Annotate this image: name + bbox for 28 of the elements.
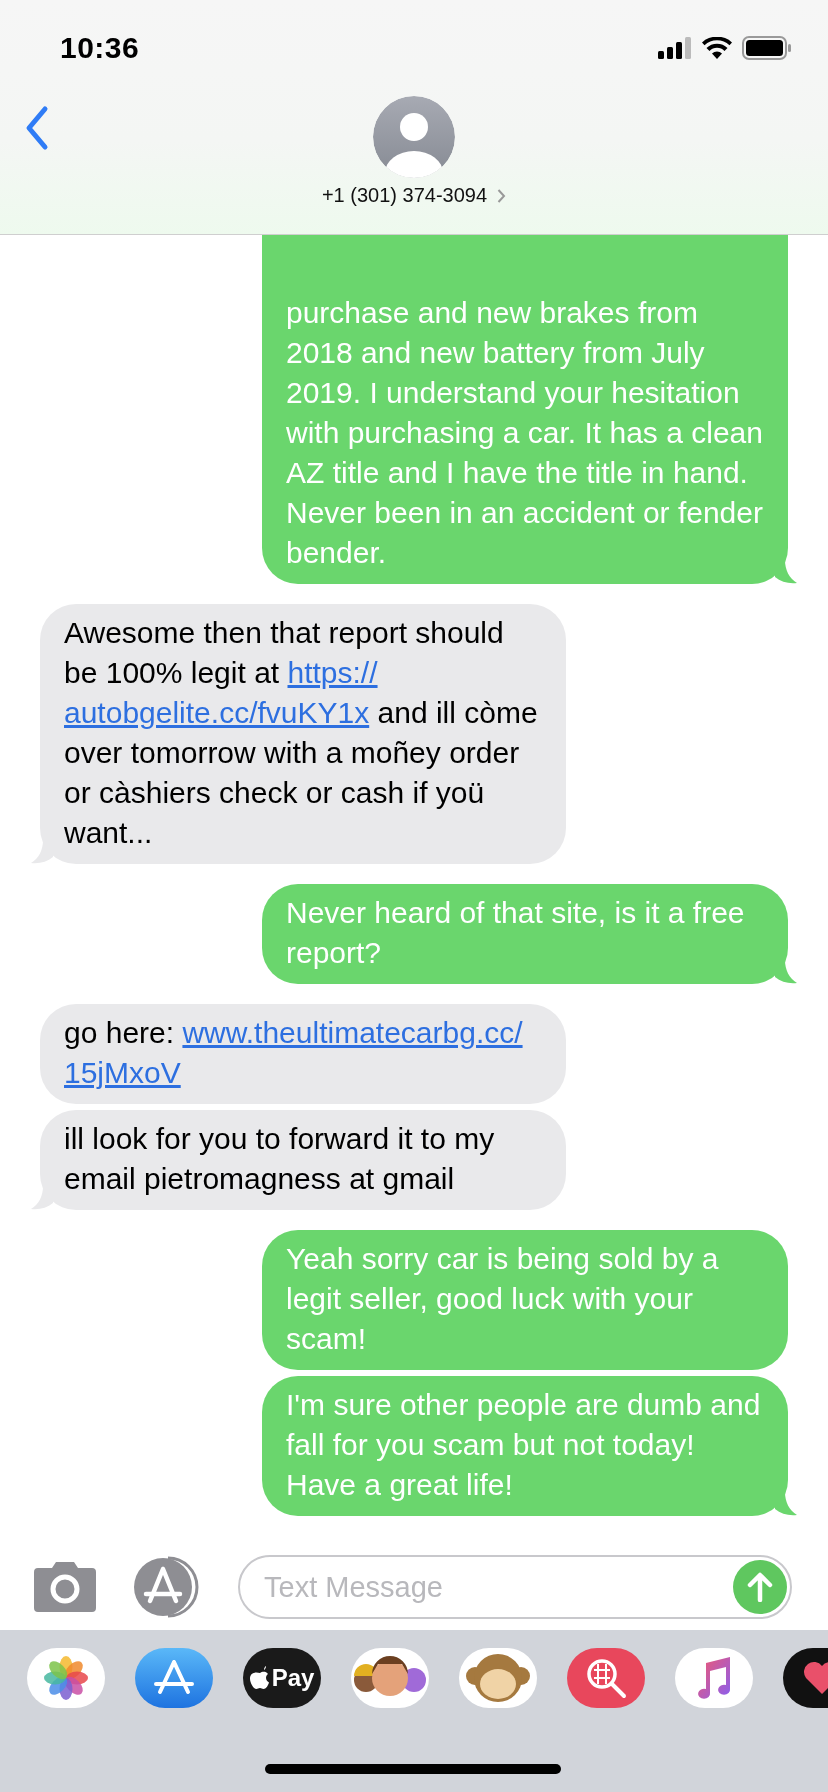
sent-message: Yeah sorry car is being sold by a legit seller, good luck with your scam! [262, 1230, 788, 1370]
search-icon [584, 1656, 628, 1700]
apple-icon [249, 1666, 270, 1690]
web-search-app-icon[interactable] [567, 1648, 645, 1708]
camera-icon[interactable] [34, 1562, 96, 1612]
back-icon[interactable] [24, 105, 50, 151]
signal-icon [658, 37, 692, 59]
app-store-app-icon[interactable] [135, 1648, 213, 1708]
message-link[interactable]: autobgelite.cc/fvuKY1x [64, 696, 370, 729]
apple-pay-button[interactable]: Pay [243, 1648, 321, 1708]
arrow-up-icon [747, 1572, 773, 1602]
flower-icon [44, 1656, 88, 1700]
message-link[interactable]: https:// [287, 656, 378, 689]
photos-app-icon[interactable] [27, 1648, 105, 1708]
message-link[interactable]: www.theultimatecarbg.cc/ [182, 1016, 523, 1049]
pay-label: Pay [271, 1664, 315, 1692]
animoji-app-icon[interactable] [459, 1648, 537, 1708]
avatar-icon[interactable] [373, 96, 455, 178]
battery-icon [742, 36, 792, 60]
music-app-icon[interactable] [675, 1648, 753, 1708]
wifi-icon [702, 37, 732, 59]
status-time: 10:36 [60, 31, 140, 65]
message-field[interactable]: Text Message [238, 1555, 792, 1619]
message-link[interactable]: 15jMxoV [64, 1056, 181, 1089]
memoji-app-icon[interactable] [351, 1648, 429, 1708]
received-message: go here: www.theultimatecarbg.cc/ 15jMxoV [40, 1004, 566, 1104]
chevron-icon [497, 187, 507, 204]
contact-number[interactable]: +1 (301) 374-3094 [321, 184, 488, 207]
